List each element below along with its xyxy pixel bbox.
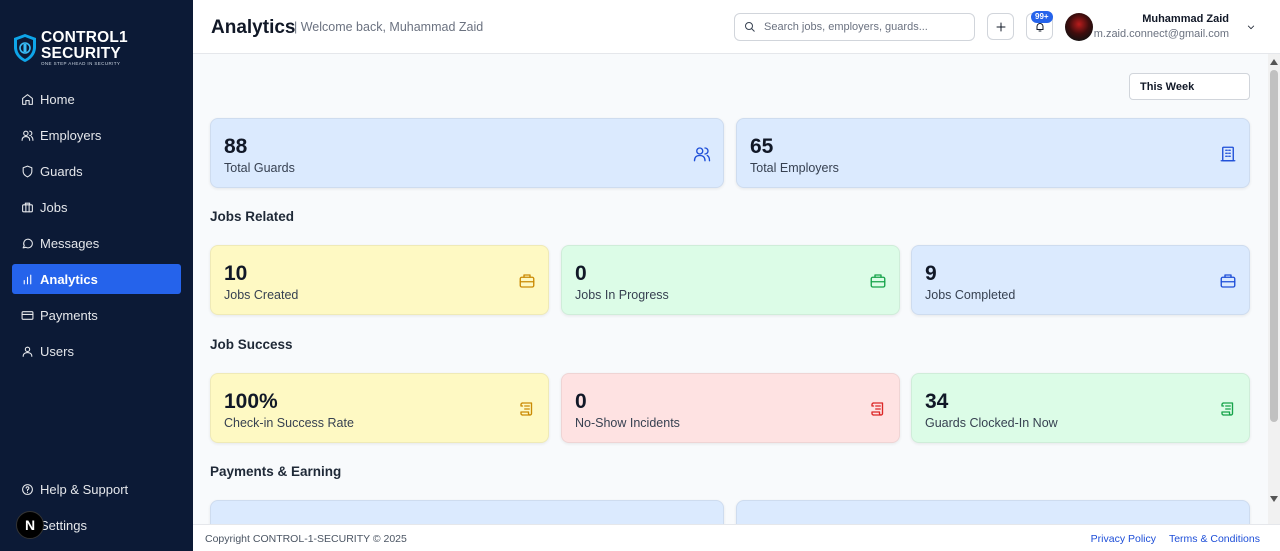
stat-card-checkin-success-rate: 100% Check-in Success Rate [210,373,549,443]
sidebar-item-employers[interactable]: Employers [12,120,181,150]
plus-icon [996,22,1005,31]
privacy-policy-link[interactable]: Privacy Policy [1091,533,1156,545]
brand-name-line2: SECURITY [41,44,121,62]
stat-card-jobs-completed: 9 Jobs Completed [911,245,1250,315]
notification-count-badge: 99+ [1031,11,1053,23]
building-icon [1220,146,1236,162]
chevron-down-icon[interactable] [1246,22,1256,32]
shield-icon [22,165,33,177]
stat-label: Check-in Success Rate [224,416,354,430]
main-content: This Week 88 Total Guards 65 Total Emplo… [193,54,1268,524]
stat-label: No-Show Incidents [575,416,680,430]
stat-card-total-guards: 88 Total Guards [210,118,724,188]
stat-label: Total Employers [750,161,839,175]
welcome-text: | Welcome back, Muhammad Zaid [294,20,484,34]
stat-card-payment [736,500,1250,524]
sidebar-item-label: Messages [40,235,100,251]
briefcase-icon [1220,274,1236,288]
shield-logo-icon [14,34,36,63]
stat-card-no-show-incidents: 0 No-Show Incidents [561,373,900,443]
help-circle-icon [22,483,33,495]
stat-card-total-employers: 65 Total Employers [736,118,1250,188]
brand-name-line1: CONTROL1 [41,29,128,46]
briefcase-icon [22,202,33,212]
sidebar-item-label: Employers [40,127,102,143]
sidebar-nav: Home Employers Guards Jobs Messages Anal… [12,84,181,372]
brand-logo[interactable]: CONTROL1 SECURITY ONE STEP AHEAD IN SECU… [12,30,128,67]
stat-card-jobs-created: 10 Jobs Created [210,245,549,315]
search-icon [745,22,755,32]
sidebar-item-label: Analytics [40,271,98,287]
briefcase-icon [870,274,886,288]
user-email: m.zaid.connect@gmail.com [1093,28,1229,40]
footer-links: Privacy Policy Terms & Conditions [1081,533,1260,545]
sidebar-item-help[interactable]: Help & Support [12,474,181,504]
message-icon [22,238,33,248]
sidebar-item-label: Payments [40,307,98,323]
sidebar-item-jobs[interactable]: Jobs [12,192,181,222]
stat-label: Guards Clocked-In Now [925,416,1058,430]
stat-value: 34 [925,390,949,413]
page-title: Analytics [211,17,296,38]
stat-card-jobs-in-progress: 0 Jobs In Progress [561,245,900,315]
sidebar-item-label: Guards [40,163,83,179]
avatar[interactable] [1065,13,1093,41]
scroll-icon [1221,402,1234,416]
scroll-icon [871,402,884,416]
scroll-up-arrow-icon[interactable] [1270,59,1278,65]
sidebar-item-analytics[interactable]: Analytics [12,264,181,294]
copyright-text: Copyright CONTROL-1-SECURITY © 2025 [205,533,407,545]
credit-card-icon [21,310,34,320]
stat-label: Total Guards [224,161,295,175]
terms-link[interactable]: Terms & Conditions [1169,533,1260,545]
stat-card-guards-clocked-in: 34 Guards Clocked-In Now [911,373,1250,443]
add-button[interactable] [987,13,1014,40]
stat-label: Jobs Created [224,288,299,302]
user-name: Muhammad Zaid [1142,13,1229,25]
stat-value: 0 [575,390,587,413]
sidebar-item-label: Jobs [40,199,68,215]
sidebar-item-messages[interactable]: Messages [12,228,181,258]
scroll-thumb[interactable] [1270,70,1278,422]
stat-value: 0 [575,262,587,285]
sidebar-item-home[interactable]: Home [12,84,181,114]
stat-card-payment [210,500,724,524]
stat-value: 10 [224,262,248,285]
section-title-payments: Payments & Earning [210,464,342,479]
stat-label: Jobs Completed [925,288,1016,302]
bar-chart-icon [23,274,32,284]
sidebar-item-guards[interactable]: Guards [12,156,181,186]
sidebar-item-label: Help & Support [40,481,129,497]
user-icon [22,346,33,357]
stat-label: Jobs In Progress [575,288,669,302]
section-title-jobs-related: Jobs Related [210,209,295,224]
sidebar: CONTROL1 SECURITY ONE STEP AHEAD IN SECU… [0,0,193,551]
top-header: Analytics | Welcome back, Muhammad Zaid … [193,0,1280,54]
stat-value: 100% [224,390,278,413]
stat-value: 65 [750,135,774,158]
sidebar-item-users[interactable]: Users [12,336,181,366]
brand-tagline: ONE STEP AHEAD IN SECURITY [41,61,121,66]
stat-value: 88 [224,135,248,158]
briefcase-icon [519,274,535,288]
users-icon [21,130,34,141]
users-icon [693,147,711,162]
period-filter-select[interactable]: This Week [1129,73,1250,100]
section-title-job-success: Job Success [210,337,293,352]
scroll-down-arrow-icon[interactable] [1270,496,1278,502]
dev-tools-badge[interactable]: N [16,511,44,539]
home-icon [22,93,33,105]
search-box[interactable] [734,13,975,41]
sidebar-item-label: Users [40,343,74,359]
footer: Copyright CONTROL-1-SECURITY © 2025 Priv… [193,524,1280,551]
sidebar-item-label: Settings [40,517,87,533]
main-scrollbar[interactable] [1268,54,1280,524]
sidebar-item-label: Home [40,91,75,107]
search-input[interactable] [764,21,964,33]
stat-value: 9 [925,262,937,285]
scroll-icon [520,402,533,416]
sidebar-item-payments[interactable]: Payments [12,300,181,330]
